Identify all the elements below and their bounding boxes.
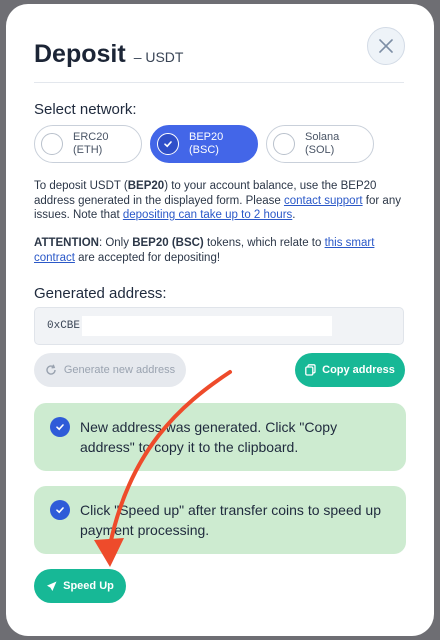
- check-icon: [50, 500, 70, 520]
- network-sub: (BSC): [189, 144, 219, 156]
- address-redaction: [82, 316, 333, 336]
- network-option-erc20[interactable]: ERC20 (ETH): [34, 125, 142, 163]
- modal-title: Deposit: [34, 40, 126, 68]
- rocket-icon: [47, 581, 57, 591]
- contact-support-link[interactable]: contact support: [284, 195, 363, 207]
- deposit-modal: Deposit – USDT Select network: ERC20 (ET…: [6, 4, 434, 636]
- copy-address-button[interactable]: Copy address: [295, 353, 405, 387]
- network-sub: (ETH): [73, 144, 103, 156]
- check-icon: [157, 133, 179, 155]
- notice-address-generated: New address was generated. Click "Copy a…: [34, 403, 406, 471]
- generated-address-label: Generated address:: [34, 285, 167, 302]
- attention-info: ATTENTION: Only BEP20 (BSC) tokens, whic…: [34, 237, 375, 264]
- network-name: BEP20: [189, 131, 224, 143]
- network-option-solana[interactable]: Solana (SOL): [266, 125, 374, 163]
- speed-up-label: Speed Up: [63, 580, 114, 592]
- select-network-label: Select network:: [34, 101, 137, 118]
- token-name: BEP20 (BSC): [132, 237, 204, 249]
- network-name: Solana: [305, 131, 340, 143]
- generate-address-label: Generate new address: [63, 364, 176, 376]
- modal-header: Deposit – USDT: [34, 40, 183, 69]
- close-button[interactable]: [367, 27, 405, 65]
- deposit-info: To deposit USDT (BEP20) to your account …: [34, 180, 401, 221]
- network-option-bep20[interactable]: BEP20 (BSC): [150, 125, 258, 163]
- close-icon: [379, 39, 393, 53]
- notice-text: New address was generated. Click "Copy a…: [80, 419, 338, 455]
- speed-up-button[interactable]: Speed Up: [34, 569, 126, 603]
- network-name: ERC20: [73, 131, 109, 143]
- deposit-time-link[interactable]: depositing can take up to 2 hours: [123, 209, 292, 221]
- generated-address-field[interactable]: 0xCBE: [34, 307, 404, 345]
- radio-icon: [41, 133, 63, 155]
- check-icon: [50, 417, 70, 437]
- attention-label: ATTENTION: [34, 237, 99, 249]
- network-selector: ERC20 (ETH) BEP20 (BSC) Solana (SOL): [34, 125, 374, 163]
- address-value: 0xCBE: [47, 320, 81, 332]
- network-sub: (SOL): [305, 144, 335, 156]
- modal-subtitle: – USDT: [133, 49, 184, 65]
- token-name: BEP20: [127, 180, 165, 192]
- generate-address-button[interactable]: Generate new address: [34, 353, 186, 387]
- header-divider: [34, 82, 404, 83]
- copy-icon: [305, 364, 316, 376]
- notice-speed-up: Click "Speed up" after transfer coins to…: [34, 486, 406, 554]
- refresh-icon: [46, 364, 56, 375]
- radio-icon: [273, 133, 295, 155]
- notice-text: Click "Speed up" after transfer coins to…: [80, 502, 381, 538]
- copy-address-label: Copy address: [322, 364, 395, 376]
